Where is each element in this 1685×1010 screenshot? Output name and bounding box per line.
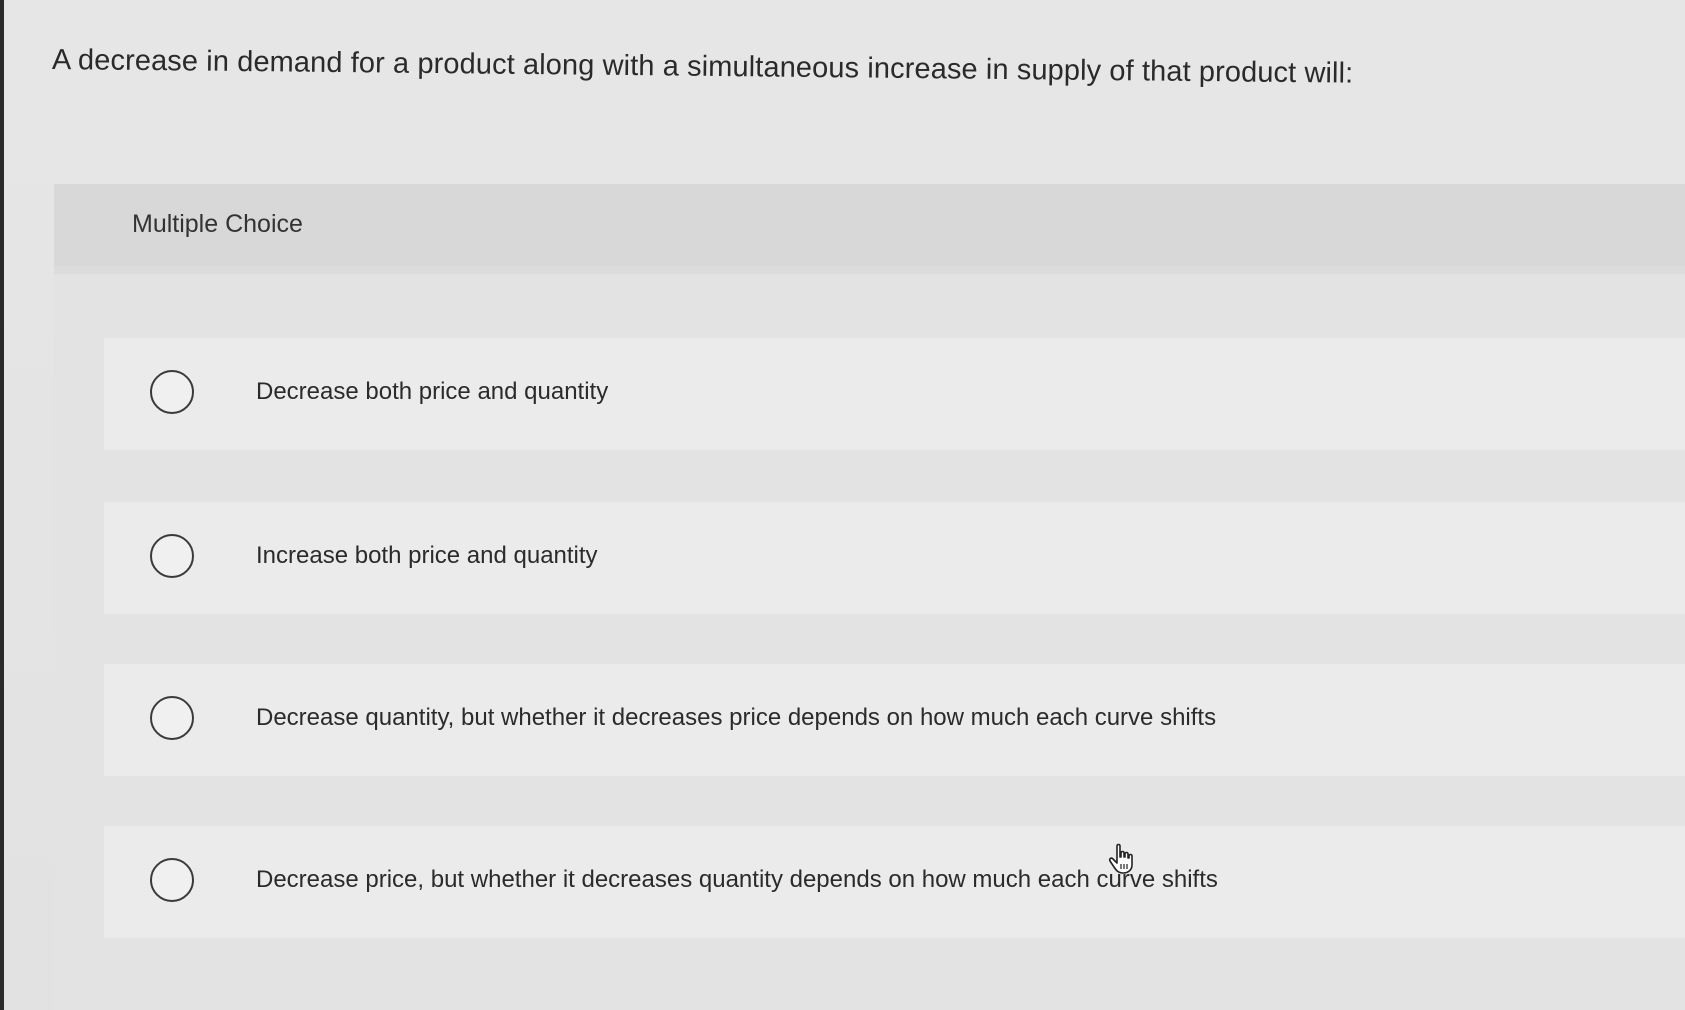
- radio-button-4[interactable]: [150, 858, 194, 902]
- question-text: A decrease in demand for a product along…: [51, 44, 1354, 90]
- choice-option-4-label: Decrease price, but whether it decreases…: [256, 866, 1218, 893]
- choice-option-2[interactable]: Increase both price and quantity: [104, 502, 1685, 614]
- multiple-choice-panel: Multiple Choice Decrease both price and …: [54, 184, 1685, 1010]
- choice-option-3[interactable]: Decrease quantity, but whether it decrea…: [104, 664, 1685, 776]
- hand-pointer-icon: [1108, 843, 1133, 874]
- multiple-choice-label: Multiple Choice: [132, 210, 303, 238]
- screen-edge: [0, 0, 4, 1010]
- choice-option-4[interactable]: Decrease price, but whether it decreases…: [104, 826, 1685, 938]
- radio-button-3[interactable]: [150, 696, 194, 740]
- choice-option-2-label: Increase both price and quantity: [256, 542, 598, 569]
- choice-option-3-label: Decrease quantity, but whether it decrea…: [256, 704, 1217, 731]
- multiple-choice-header: Multiple Choice: [54, 184, 1685, 266]
- choice-option-1-label: Decrease both price and quantity: [256, 378, 609, 405]
- radio-button-2[interactable]: [150, 534, 194, 578]
- choice-option-1[interactable]: Decrease both price and quantity: [104, 338, 1685, 450]
- radio-button-1[interactable]: [150, 370, 194, 414]
